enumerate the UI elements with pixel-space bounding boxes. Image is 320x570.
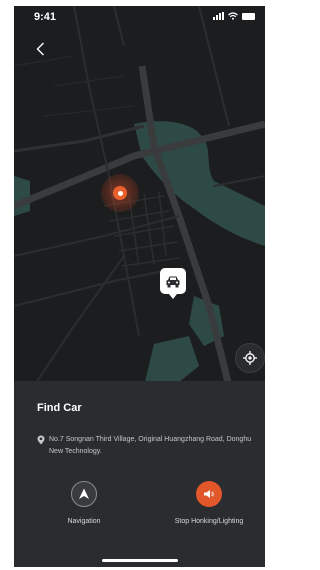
status-bar: 9:41 bbox=[14, 6, 265, 28]
stop-honking-lighting-button[interactable]: Stop Honking/Lighting bbox=[159, 481, 259, 525]
map-pin-icon bbox=[37, 435, 45, 445]
battery-icon bbox=[242, 12, 255, 20]
find-car-panel: Find Car No.7 Songnan Third Village, Ori… bbox=[14, 381, 265, 567]
chevron-left-icon bbox=[36, 42, 44, 56]
honk-label: Stop Honking/Lighting bbox=[174, 518, 244, 525]
address-text: No.7 Songnan Third Village, Original Hua… bbox=[49, 436, 252, 455]
address-row: No.7 Songnan Third Village, Original Hua… bbox=[37, 434, 262, 458]
status-icons bbox=[213, 12, 255, 20]
navigation-label: Navigation bbox=[67, 518, 101, 525]
back-button[interactable] bbox=[32, 40, 48, 58]
map-view[interactable] bbox=[14, 6, 265, 386]
signal-icon bbox=[213, 12, 224, 20]
locate-button[interactable] bbox=[235, 343, 265, 373]
status-time: 9:41 bbox=[34, 11, 57, 23]
navigation-icon-circle bbox=[71, 481, 97, 507]
home-indicator[interactable] bbox=[102, 559, 178, 562]
car-icon bbox=[166, 276, 180, 287]
navigation-button[interactable]: Navigation bbox=[54, 481, 114, 525]
navigation-arrow-icon bbox=[79, 488, 89, 499]
car-marker[interactable] bbox=[160, 268, 186, 299]
location-dot bbox=[113, 186, 127, 200]
horn-icon bbox=[204, 490, 214, 498]
locate-crosshair-icon bbox=[243, 351, 257, 365]
wifi-icon bbox=[228, 12, 238, 20]
panel-title: Find Car bbox=[37, 402, 82, 414]
app-screen: 9:41 Find Car No.7 Songnan Third Village… bbox=[14, 6, 265, 567]
location-pin-icon bbox=[101, 174, 139, 212]
honk-icon-circle bbox=[196, 481, 222, 507]
